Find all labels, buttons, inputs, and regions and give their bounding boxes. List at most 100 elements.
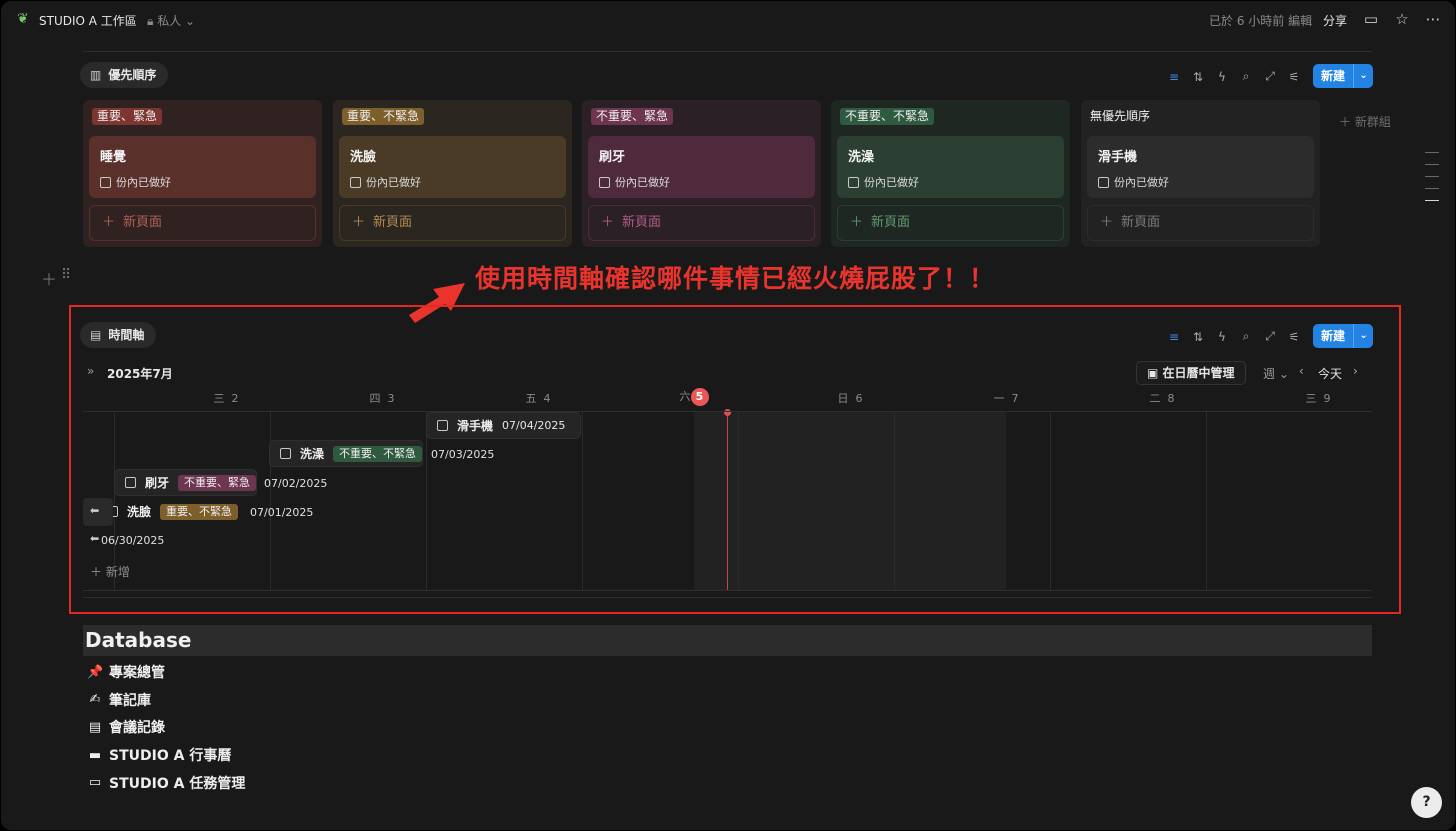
board-card[interactable]: 洗澡 份內已做好 (837, 136, 1064, 198)
new-page-button[interactable]: ＋ 新頁面 (837, 205, 1064, 241)
expand-icon[interactable]: ⤢ (1264, 329, 1276, 344)
range-selector[interactable]: 週 ⌄ (1263, 365, 1289, 382)
share-button[interactable]: 分享 (1323, 12, 1347, 29)
checkbox-label: 份內已做好 (1114, 176, 1169, 189)
timeline-scroll-track[interactable] (83, 597, 1372, 598)
automation-icon[interactable]: ϟ (1216, 330, 1228, 344)
sort-icon[interactable]: ⇅ (1192, 70, 1204, 84)
database-item-label: STUDIO A 行事曆 (109, 748, 232, 765)
item-name: 洗澡 (300, 447, 325, 461)
range-label: 週 (1263, 367, 1276, 381)
offscreen-date: 06/30/2025 (101, 534, 165, 547)
checkbox-label: 份內已做好 (366, 176, 421, 189)
new-page-button[interactable]: ＋ 新頁面 (339, 205, 566, 241)
board-toolbar: ≡ ⇅ ϟ ⌕ ⤢ ⚟ (1168, 69, 1300, 84)
search-icon[interactable]: ⌕ (1240, 329, 1252, 344)
tab-timeline-label: 時間軸 (108, 328, 145, 342)
weekend-column (694, 412, 850, 590)
arrow-left-icon[interactable]: ⬅ (90, 504, 99, 517)
drag-handle-icon[interactable]: ⠿ (61, 267, 71, 283)
help-button[interactable]: ? (1411, 787, 1442, 818)
board-card[interactable]: 洗臉 份內已做好 (339, 136, 566, 198)
timeline-item[interactable]: 洗澡 不重要、不緊急 (269, 440, 424, 467)
last-edited: 已於 6 小時前 編輯 (1209, 14, 1313, 28)
database-item[interactable]: ✍ 筆記庫 (87, 690, 151, 710)
current-time-line (727, 412, 728, 590)
checkbox[interactable] (280, 448, 291, 459)
manage-in-calendar-button[interactable]: ▣ 在日曆中管理 (1136, 361, 1246, 385)
new-page-button[interactable]: ＋ 新頁面 (89, 205, 316, 241)
day-gridline (1050, 412, 1051, 590)
day-gridline (426, 412, 427, 590)
checkbox[interactable] (350, 176, 361, 188)
notion-window: ❦ STUDIO A 工作區 🔒︎ 私人 ⌄ 已於 6 小時前 編輯 分享 ▭ … (1, 1, 1455, 830)
database-item[interactable]: ▤ 會議記錄 (87, 717, 165, 737)
card-checkbox-row: 份內已做好 (848, 174, 919, 190)
plus-icon: ＋ (1100, 215, 1114, 230)
timeline-item[interactable]: 滑手機 07/04/2025 (426, 412, 581, 439)
checkbox[interactable] (125, 477, 136, 488)
database-header-bg (83, 625, 1372, 656)
database-item[interactable]: ▬ STUDIO A 行事曆 (87, 745, 231, 765)
expand-icon[interactable]: ⤢ (1264, 69, 1276, 84)
checkbox[interactable] (848, 176, 859, 188)
next-icon[interactable]: › (1353, 364, 1358, 378)
outline-mark-active[interactable] (1425, 200, 1439, 201)
checkbox[interactable] (1098, 176, 1109, 188)
chevron-down-icon[interactable]: ⌄ (1353, 64, 1373, 88)
tab-timeline[interactable]: ▤ 時間軸 (80, 322, 157, 348)
new-button[interactable]: 新建 ⌄ (1313, 324, 1374, 348)
database-item[interactable]: 📌 專案總管 (87, 662, 165, 682)
new-page-button[interactable]: ＋ 新頁面 (1087, 205, 1314, 241)
settings-icon[interactable]: ⚟ (1288, 70, 1300, 84)
item-date: 07/02/2025 (264, 477, 328, 490)
card-checkbox-row: 份內已做好 (1098, 174, 1169, 190)
item-name: 滑手機 (457, 419, 494, 433)
checkbox[interactable] (437, 420, 448, 431)
priority-tag: 重要、不緊急 (160, 503, 239, 520)
tab-priority[interactable]: ▥ 優先順序 (80, 62, 169, 88)
plus-icon: ＋ (601, 215, 615, 230)
board-card[interactable]: 睡覺 份內已做好 (89, 136, 316, 198)
weekday-label: 六 (679, 390, 691, 403)
privacy-selector[interactable]: 🔒︎ 私人 ⌄ (147, 12, 195, 29)
search-icon[interactable]: ⌕ (1240, 69, 1252, 84)
day-gridline (894, 412, 895, 590)
expand-table-icon[interactable]: » (87, 364, 94, 378)
filter-icon[interactable]: ≡ (1168, 330, 1180, 344)
new-page-label: 新頁面 (1121, 215, 1161, 230)
today-button[interactable]: 今天 (1318, 365, 1342, 382)
timeline-item[interactable]: 洗臉 重要、不緊急 (97, 498, 239, 525)
database-item[interactable]: ▭ STUDIO A 任務管理 (87, 773, 245, 793)
checkbox[interactable] (599, 176, 610, 188)
add-row-button[interactable]: ＋ 新增 (90, 563, 130, 580)
board-column: 無優先順序 滑手機 份內已做好 ＋ 新頁面 (1081, 100, 1320, 247)
weekend-column (850, 412, 1006, 590)
card-checkbox-row: 份內已做好 (350, 174, 421, 190)
automation-icon[interactable]: ϟ (1216, 70, 1228, 84)
board-card[interactable]: 刷牙 份內已做好 (588, 136, 815, 198)
board-card[interactable]: 滑手機 份內已做好 (1087, 136, 1314, 198)
settings-icon[interactable]: ⚟ (1288, 330, 1300, 344)
day-header: 三 2 (148, 390, 304, 406)
timeline-item[interactable]: 刷牙 不重要、緊急 (114, 469, 258, 496)
timeline-header-divider (83, 411, 1372, 412)
filter-icon[interactable]: ≡ (1168, 70, 1180, 84)
new-button[interactable]: 新建 ⌄ (1313, 64, 1374, 88)
checkbox[interactable] (100, 176, 111, 188)
calendar-icon: ▣ (1147, 366, 1159, 380)
workspace-title[interactable]: STUDIO A 工作區 (39, 12, 137, 29)
new-group-button[interactable]: ＋ 新群組 (1339, 113, 1391, 130)
comment-icon[interactable]: ▭ (1361, 9, 1381, 29)
sort-icon[interactable]: ⇅ (1192, 330, 1204, 344)
chevron-down-icon[interactable]: ⌄ (1353, 324, 1373, 348)
database-item-label: STUDIO A 任務管理 (109, 775, 246, 792)
prev-icon[interactable]: ‹ (1299, 364, 1304, 378)
more-icon[interactable]: ⋯ (1423, 9, 1443, 29)
star-icon[interactable]: ☆ (1392, 9, 1412, 29)
new-page-label: 新頁面 (373, 215, 413, 230)
arrow-left-icon[interactable]: ⬅ (90, 532, 99, 545)
database-item-label: 會議記錄 (109, 720, 165, 737)
new-page-button[interactable]: ＋ 新頁面 (588, 205, 815, 241)
add-block-icon[interactable]: ＋ (41, 266, 57, 290)
